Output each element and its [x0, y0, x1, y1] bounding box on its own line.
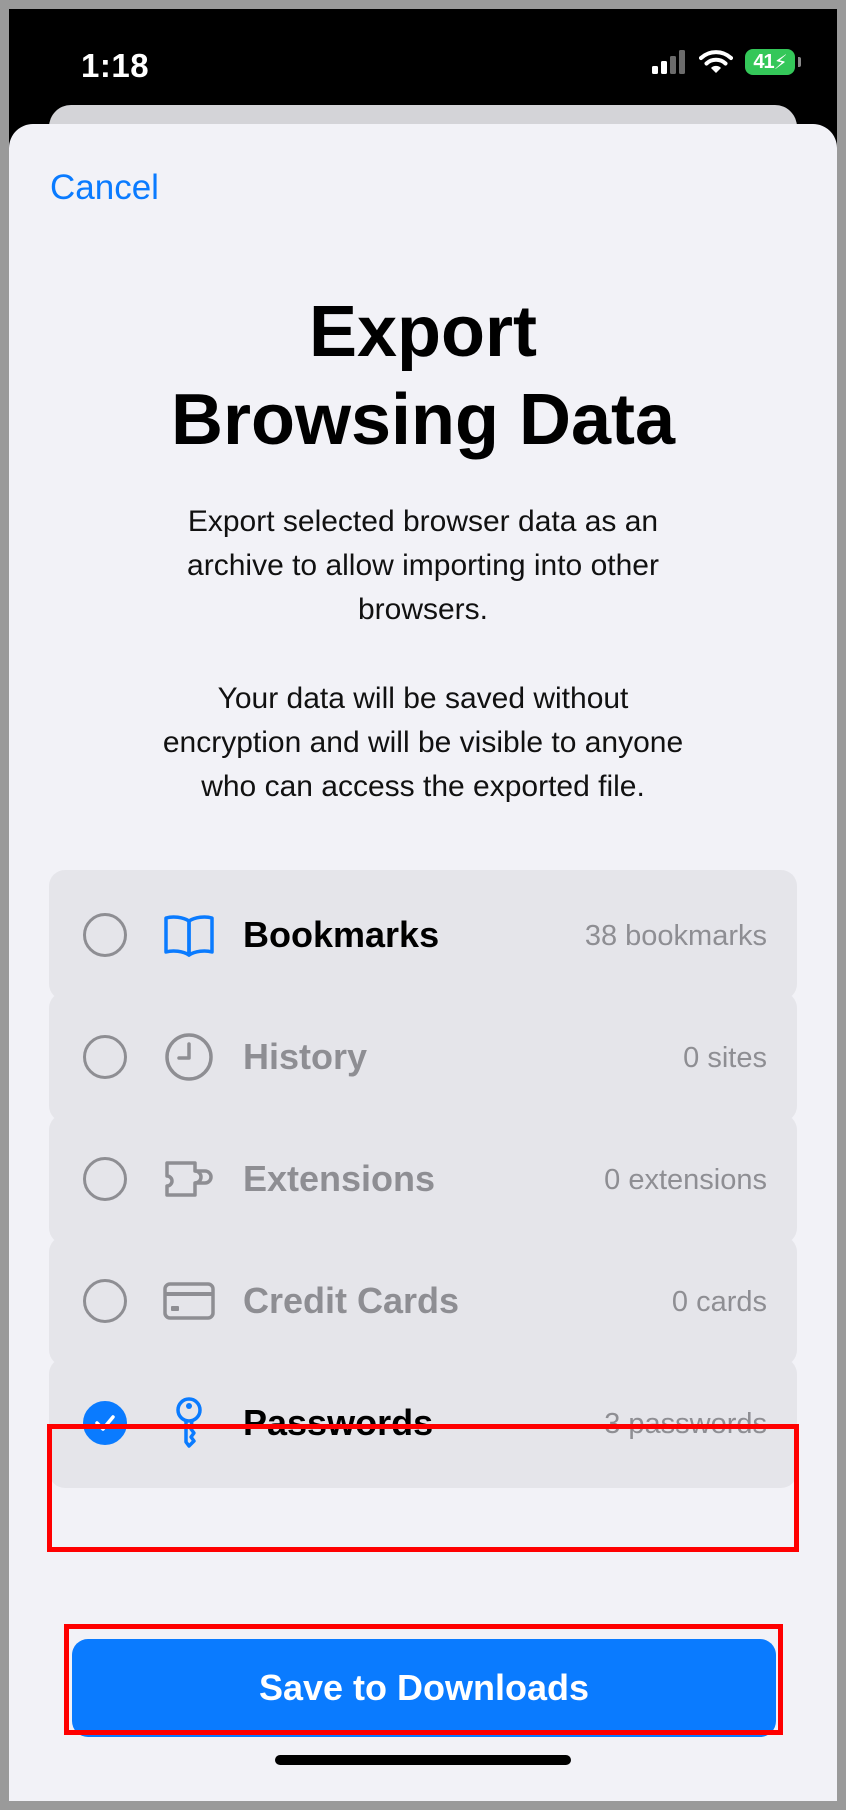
page-title: Export Browsing Data: [170, 292, 676, 460]
save-to-downloads-button[interactable]: Save to Downloads: [72, 1639, 776, 1737]
option-label: Bookmarks: [243, 914, 440, 955]
battery-icon: 41 ⚡︎: [745, 49, 801, 75]
home-indicator[interactable]: [275, 1755, 571, 1765]
option-row-extensions[interactable]: Extensions 0 extensions: [49, 1114, 797, 1244]
option-count: 38 bookmarks: [584, 920, 767, 952]
option-row-passwords[interactable]: Passwords 3 passwords: [49, 1358, 797, 1488]
cellular-signal-icon: [652, 50, 685, 74]
status-time: 1:18: [81, 47, 150, 84]
key-icon: [176, 1397, 202, 1448]
export-sheet: Cancel Export Browsing Data Export selec…: [9, 124, 837, 1801]
option-row-bookmarks[interactable]: Bookmarks 38 bookmarks: [49, 870, 797, 1000]
battery-level: 41: [753, 50, 774, 73]
option-label: History: [243, 1036, 368, 1077]
option-label: Credit Cards: [243, 1280, 460, 1321]
option-count: 0 sites: [683, 1042, 767, 1074]
puzzle-icon: [165, 1161, 213, 1197]
status-icons: 41 ⚡︎: [651, 49, 801, 75]
option-label: Passwords: [243, 1402, 434, 1443]
clock-icon: [165, 1033, 213, 1081]
description-text: Export selected browser data as an archi…: [187, 505, 659, 626]
radio-button[interactable]: [83, 913, 127, 957]
warning-text: Your data will be saved without encrypti…: [162, 682, 684, 803]
credit-card-icon: [163, 1282, 215, 1320]
option-count: 3 passwords: [604, 1408, 767, 1440]
cancel-button[interactable]: Cancel: [50, 168, 159, 208]
option-count: 0 extensions: [604, 1164, 767, 1196]
phone-screen: 1:18 41 ⚡︎ Cancel Export Browsing Data Ex…: [9, 9, 837, 1801]
checkmark-icon: [95, 1415, 115, 1431]
status-bar: 1:18 41 ⚡︎: [9, 9, 837, 109]
option-label: Extensions: [243, 1158, 436, 1199]
option-count: 0 cards: [671, 1286, 767, 1318]
radio-button[interactable]: [83, 1035, 127, 1079]
wifi-icon: [699, 50, 733, 73]
option-row-history[interactable]: History 0 sites: [49, 992, 797, 1122]
option-row-credit-cards[interactable]: Credit Cards 0 cards: [49, 1236, 797, 1366]
radio-button[interactable]: [83, 1279, 127, 1323]
radio-button-checked[interactable]: [83, 1401, 127, 1445]
radio-button[interactable]: [83, 1157, 127, 1201]
book-icon: [164, 915, 214, 957]
